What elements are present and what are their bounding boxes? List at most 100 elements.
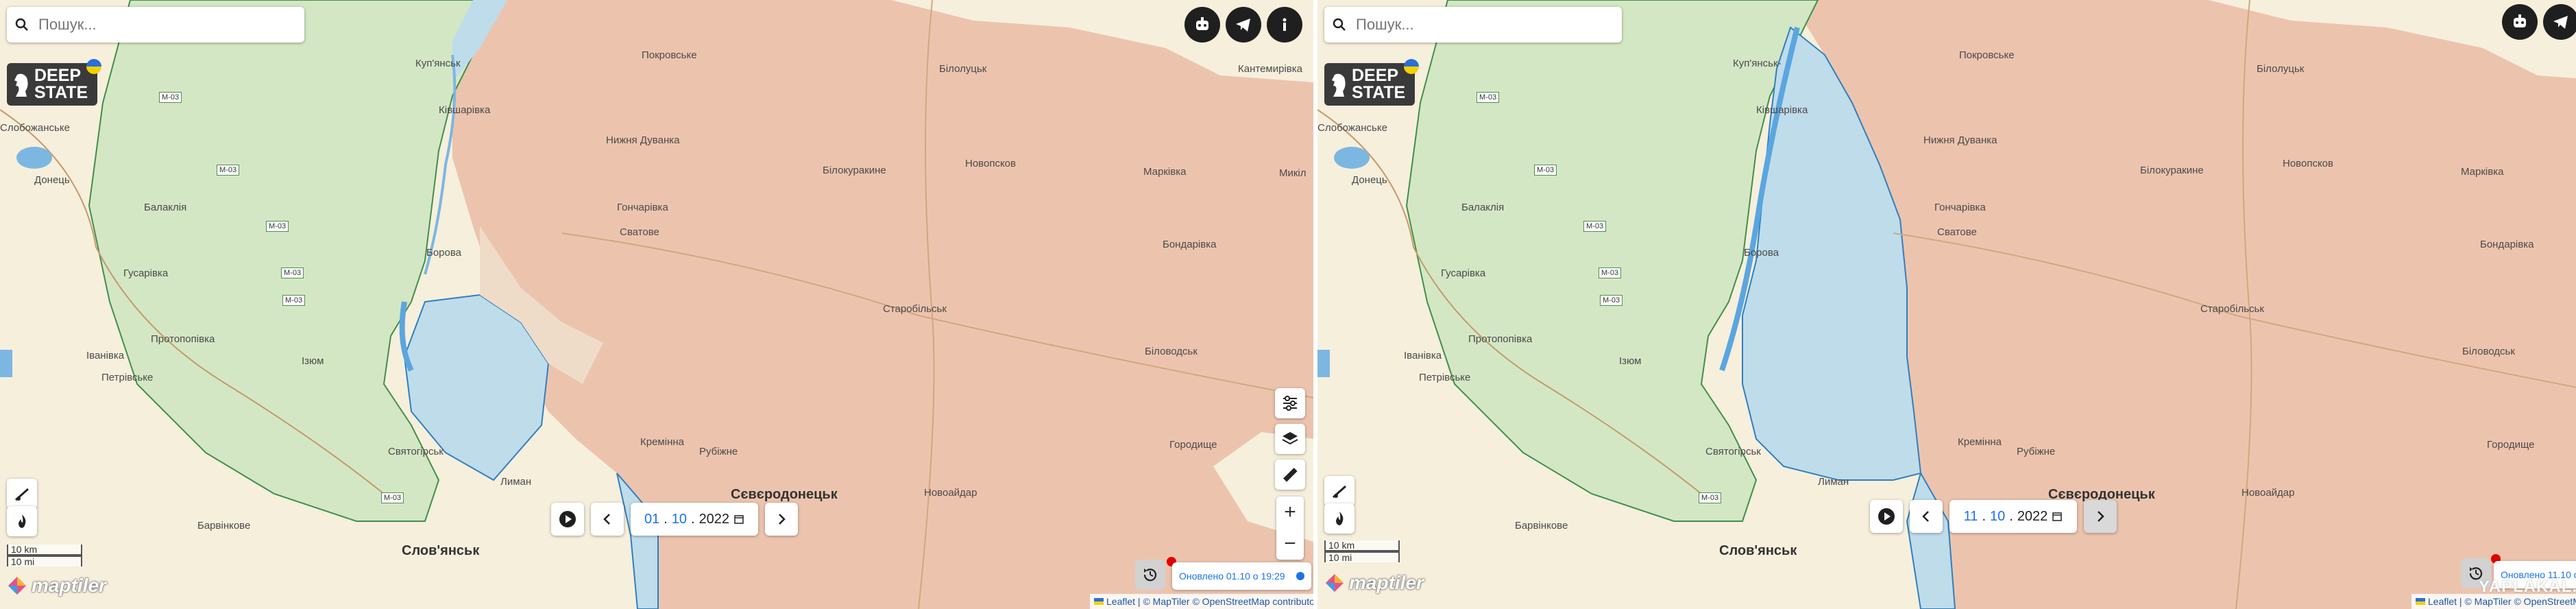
place-label: Кремінна <box>640 436 684 448</box>
place-label: Ківшарівка <box>1756 104 1808 116</box>
play-button[interactable] <box>1870 500 1903 533</box>
knight-icon <box>7 71 34 98</box>
place-label: Рубіжне <box>2017 446 2056 457</box>
chevron-left-icon <box>1922 511 1929 522</box>
ruler-button[interactable] <box>1275 459 1305 490</box>
calendar-icon[interactable] <box>2052 511 2063 522</box>
next-date-button[interactable] <box>765 503 798 536</box>
calendar-icon[interactable] <box>733 514 744 525</box>
road-label: M-03 <box>1477 92 1500 103</box>
zoom-control[interactable]: + − <box>1276 497 1304 560</box>
info-button[interactable] <box>1267 7 1302 43</box>
prev-date-button[interactable] <box>591 503 624 536</box>
zoom-out-button[interactable]: − <box>1276 528 1304 560</box>
search-input[interactable] <box>1354 15 1604 34</box>
play-icon <box>1878 508 1895 525</box>
place-label: Балаклія <box>1461 202 1505 213</box>
date-picker[interactable]: 11. 10. 2022 <box>1949 500 2077 533</box>
place-label: Гончарівка <box>617 202 668 213</box>
place-label: Покровське <box>1959 49 2015 61</box>
logo-text: DEEP STATE <box>34 66 88 102</box>
road-label: M-03 <box>159 92 182 103</box>
artillery-button[interactable] <box>7 479 37 509</box>
logo-text: DEEP STATE <box>1352 66 1406 102</box>
scale-km: 10 km <box>1324 540 1400 551</box>
place-label: Городище <box>1169 439 1217 451</box>
search-icon <box>1324 17 1354 32</box>
telegram-icon <box>2553 16 2568 29</box>
place-label: Покровське <box>642 49 697 61</box>
place-label: Бондарівка <box>1163 239 1217 250</box>
place-label: Святогірськ <box>1705 446 1761 457</box>
ukraine-flag-icon <box>86 59 101 74</box>
place-label: Протопопівка <box>1468 333 1533 345</box>
search-bar[interactable] <box>1324 7 1622 43</box>
maptiler-logo[interactable]: maptiler <box>1324 572 1424 594</box>
map-panel-right[interactable]: Куп'янськ- Ківшарівка Слобожанське Донец… <box>1317 0 2576 609</box>
chevron-right-icon <box>2098 511 2104 522</box>
artillery-icon <box>15 488 29 501</box>
place-label: Петрівське <box>101 372 154 383</box>
robot-icon <box>1196 17 1208 30</box>
date-picker[interactable]: 01. 10. 2022 <box>631 503 758 536</box>
road-label: M-03 <box>217 165 240 176</box>
zoom-in-button[interactable]: + <box>1276 497 1304 528</box>
updated-badge[interactable]: Оновлено 01.10 о 19:29 <box>1172 562 1311 590</box>
layers-button[interactable] <box>1275 424 1305 454</box>
place-label: Барвінкове <box>1515 520 1568 532</box>
place-label: Білокуракине <box>2140 165 2204 176</box>
comparison-screenshot: Куп'янськ Ківшарівка Слобожанське Донець… <box>0 0 2576 609</box>
search-input[interactable] <box>37 15 287 34</box>
road-label: M-03 <box>1583 221 1607 232</box>
map-panel-left[interactable]: Куп'янськ Ківшарівка Слобожанське Донець… <box>0 0 1313 609</box>
date-separator: . <box>691 511 695 527</box>
sliders-icon <box>1283 396 1297 411</box>
date-month: 10 <box>1990 508 2006 524</box>
telegram-button[interactable] <box>1226 7 1261 43</box>
place-label: Слов'янськ <box>1719 543 1797 558</box>
fire-icon <box>19 514 26 528</box>
place-label: Іванівка <box>86 350 125 361</box>
scale-km: 10 km <box>7 545 82 556</box>
place-label: Слов'янськ <box>402 543 480 558</box>
map-attribution[interactable]: Leaflet | © MapTiler © OpenStreetMap con… <box>1090 594 1313 609</box>
place-label: Ізюм <box>302 355 324 367</box>
layers-icon <box>1282 432 1298 445</box>
robot-button[interactable] <box>1184 7 1220 43</box>
date-day: 01 <box>644 511 660 527</box>
robot-button[interactable] <box>2502 4 2538 40</box>
place-label: Марківка <box>2461 166 2504 178</box>
lake <box>1334 147 1370 169</box>
next-date-button[interactable] <box>2084 500 2117 533</box>
place-label: Протопопівка <box>151 333 215 345</box>
place-label: Слобожанське <box>0 122 70 134</box>
place-label: Лиман <box>1818 476 1849 488</box>
deepstate-logo[interactable]: DEEP STATE <box>1324 59 1419 106</box>
place-label: Білолуцьк <box>939 63 987 75</box>
history-button[interactable] <box>1135 560 1165 590</box>
search-bar[interactable] <box>7 7 304 43</box>
prev-date-button[interactable] <box>1910 500 1943 533</box>
date-year: 2022 <box>2017 508 2048 524</box>
place-label: Донець <box>34 174 70 186</box>
info-icon <box>1283 18 1287 31</box>
map-attribution[interactable]: Leaflet | © MapTiler © OpenStreetMap <box>2411 594 2576 609</box>
place-label: Іванівка <box>1404 350 1442 361</box>
maptiler-icon <box>8 577 26 595</box>
artillery-button[interactable] <box>1324 476 1354 506</box>
play-button[interactable] <box>551 503 584 536</box>
maptiler-logo[interactable]: maptiler <box>7 575 106 597</box>
fire-button[interactable] <box>1324 503 1354 534</box>
timeline-controls: 01. 10. 2022 <box>551 503 798 536</box>
road-label: M-03 <box>381 492 404 503</box>
scale-mi: 10 mi <box>7 556 82 566</box>
road-label: M-03 <box>1600 295 1623 306</box>
place-label: Куп'янськ- <box>1733 58 1782 69</box>
deepstate-logo[interactable]: DEEP STATE <box>7 59 101 106</box>
place-label: Балаклія <box>144 202 187 213</box>
telegram-button[interactable] <box>2543 4 2576 40</box>
ukraine-flag-icon <box>1094 598 1104 605</box>
telegram-icon <box>1236 19 1250 32</box>
filters-button[interactable] <box>1275 388 1305 418</box>
fire-button[interactable] <box>7 506 37 536</box>
